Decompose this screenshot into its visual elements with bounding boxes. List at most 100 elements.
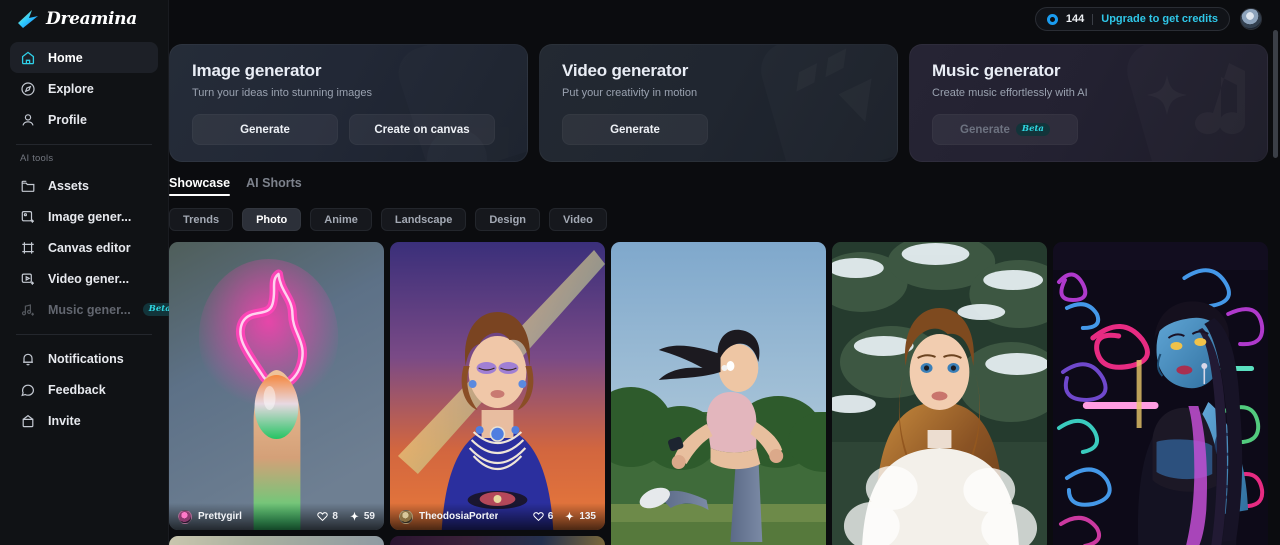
video-generate-button[interactable]: Generate	[562, 114, 708, 145]
main-content: 144 Upgrade to get credits Image generat…	[169, 0, 1280, 545]
folder-icon	[20, 178, 36, 194]
sidebar-item-label: Image gener...	[48, 209, 132, 224]
chip-video[interactable]: Video	[549, 208, 607, 231]
button-label: Generate	[960, 123, 1010, 136]
heart-icon	[317, 511, 329, 522]
sidebar-item-image-generator[interactable]: Image gener...	[10, 201, 158, 232]
hero-card-video-generator[interactable]: Video generator Put your creativity in m…	[539, 44, 898, 162]
sidebar-item-profile[interactable]: Profile	[10, 104, 158, 135]
gallery-card[interactable]	[390, 536, 605, 545]
card-buttons: Generate Beta	[932, 114, 1249, 145]
create-on-canvas-button[interactable]: Create on canvas	[349, 114, 495, 145]
brand-logo[interactable]: Dreamina	[10, 0, 158, 38]
brand-name: Dreamina	[46, 9, 137, 29]
sidebar-item-label: Feedback	[48, 382, 106, 397]
hero-card-image-generator[interactable]: Image generator Turn your ideas into stu…	[169, 44, 528, 162]
gallery-card-footer: TheodosiaPorter 6 135	[390, 503, 605, 530]
music-plus-icon	[20, 302, 36, 318]
image-plus-icon	[20, 209, 36, 225]
sidebar-item-label: Notifications	[48, 351, 124, 366]
like-count: 6	[547, 511, 554, 522]
card-title: Music generator	[932, 61, 1061, 80]
neon-flame-fingertip-art	[169, 242, 384, 530]
sidebar-item-video-generator[interactable]: Video gener...	[10, 263, 158, 294]
gallery-card[interactable]	[611, 242, 826, 545]
gallery-card[interactable]: TheodosiaPorter 6 135	[390, 242, 605, 530]
chip-design[interactable]: Design	[475, 208, 541, 231]
heart-icon	[533, 511, 544, 522]
sidebar-item-label: Video gener...	[48, 271, 130, 286]
sidebar-item-notifications[interactable]: Notifications	[10, 343, 158, 374]
gallery-column: TheodosiaPorter 6 135	[390, 242, 605, 545]
sidebar-item-feedback[interactable]: Feedback	[10, 374, 158, 405]
like-stat[interactable]: 8	[317, 511, 338, 522]
person-icon	[20, 112, 36, 128]
avatar[interactable]	[1240, 8, 1262, 30]
tab-showcase[interactable]: Showcase	[169, 176, 231, 196]
sidebar-item-explore[interactable]: Explore	[10, 73, 158, 104]
top-bar: 144 Upgrade to get credits	[169, 0, 1280, 38]
gallery-card[interactable]	[169, 536, 384, 545]
gallery-username[interactable]: Prettygirl	[198, 511, 242, 522]
beta-badge: Beta	[1015, 123, 1050, 136]
music-generate-button[interactable]: Generate Beta	[932, 114, 1078, 145]
app-root: Dreamina Home Explore Profile AI tools A…	[0, 0, 1280, 545]
vertical-scrollbar[interactable]	[1273, 30, 1278, 535]
chip-label: Trends	[183, 213, 220, 226]
gallery-username[interactable]: TheodosiaPorter	[419, 511, 498, 522]
sidebar-item-label: Invite	[48, 413, 81, 428]
chip-trends[interactable]: Trends	[169, 208, 234, 231]
sidebar-item-label: Music gener...	[48, 302, 131, 317]
upgrade-link[interactable]: Upgrade to get credits	[1101, 13, 1218, 25]
card-buttons: Generate Create on canvas	[192, 114, 509, 145]
dark-jewel-row2-art	[390, 536, 605, 545]
sparkle-icon	[564, 511, 575, 522]
button-label: Generate	[610, 123, 660, 136]
scrollbar-thumb[interactable]	[1273, 30, 1278, 158]
bell-icon	[20, 351, 36, 367]
gallery-card[interactable]	[832, 242, 1047, 545]
showcase-gallery: Prettygirl 8 59 TheodosiaPorter 6 135	[169, 231, 1280, 545]
sidebar-item-home[interactable]: Home	[10, 42, 158, 73]
like-stat[interactable]: 6	[533, 511, 554, 522]
gallery-column: Prettygirl 8 59	[169, 242, 384, 545]
spark-stat[interactable]: 59	[349, 511, 375, 522]
sidebar-item-canvas-editor[interactable]: Canvas editor	[10, 232, 158, 263]
hero-card-music-generator[interactable]: Music generator Create music effortlessl…	[909, 44, 1268, 162]
tab-label: Showcase	[169, 176, 231, 190]
park-runner-art	[611, 242, 826, 545]
card-subtitle: Put your creativity in motion	[562, 87, 698, 99]
gallery-card[interactable]	[1053, 242, 1268, 545]
vintage-blue-portrait-art	[390, 242, 605, 530]
filter-chips: Trends Photo Anime Landscape Design Vide…	[169, 196, 1280, 231]
dreamina-logo-icon	[16, 9, 40, 29]
card-title: Image generator	[192, 61, 322, 80]
sidebar-item-invite[interactable]: Invite	[10, 405, 158, 436]
gallery-card[interactable]: Prettygirl 8 59	[169, 242, 384, 530]
invite-icon	[20, 413, 36, 429]
sidebar-item-label: Home	[48, 50, 83, 65]
coin-icon	[1046, 13, 1058, 25]
sidebar-item-label: Canvas editor	[48, 240, 131, 255]
tab-ai-shorts[interactable]: AI Shorts	[246, 176, 302, 196]
like-count: 8	[332, 511, 338, 522]
chip-label: Landscape	[394, 213, 453, 226]
spark-count: 59	[363, 511, 375, 522]
chip-photo[interactable]: Photo	[242, 208, 302, 231]
sidebar-section-label: AI tools	[20, 153, 54, 164]
credits-pill[interactable]: 144 Upgrade to get credits	[1034, 7, 1230, 31]
video-plus-icon	[20, 271, 36, 287]
gallery-column	[1053, 242, 1268, 545]
image-generate-button[interactable]: Generate	[192, 114, 338, 145]
sidebar-item-assets[interactable]: Assets	[10, 170, 158, 201]
sidebar-item-music-generator[interactable]: Music gener... Beta	[10, 294, 177, 325]
avatar[interactable]	[399, 509, 413, 524]
chip-landscape[interactable]: Landscape	[380, 208, 467, 231]
button-label: Generate	[240, 123, 290, 136]
sidebar-item-label: Assets	[48, 178, 89, 193]
chip-label: Video	[563, 213, 593, 226]
avatar[interactable]	[178, 509, 192, 524]
chip-anime[interactable]: Anime	[310, 208, 372, 231]
gallery-card-footer: Prettygirl 8 59	[169, 503, 384, 530]
spark-stat[interactable]: 135	[564, 511, 596, 522]
